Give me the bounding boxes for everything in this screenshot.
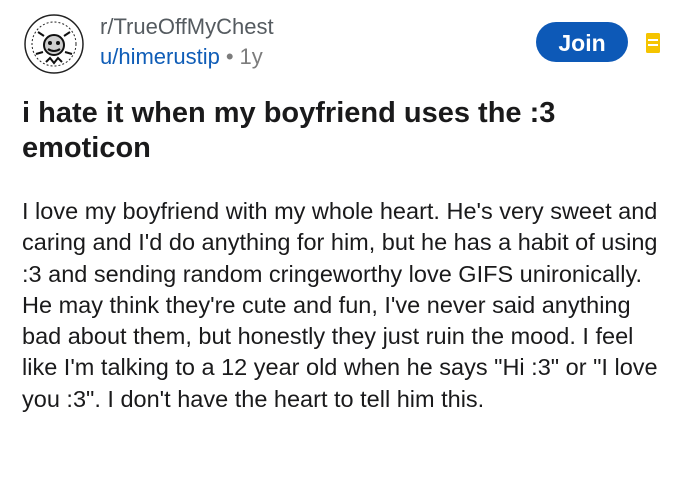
post-age: 1y	[239, 44, 263, 69]
meta-separator: •	[225, 44, 234, 69]
post-meta: u/himerustip • 1y	[100, 44, 263, 70]
join-button[interactable]: Join	[536, 22, 628, 62]
post-title[interactable]: i hate it when my boyfriend uses the :3 …	[22, 96, 662, 166]
bookmark-icon[interactable]	[645, 32, 661, 59]
subreddit-avatar-icon[interactable]	[24, 14, 84, 74]
author-link[interactable]: u/himerustip	[100, 44, 220, 69]
subreddit-name[interactable]: r/TrueOffMyChest	[100, 14, 274, 40]
post-body: I love my boyfriend with my whole heart.…	[22, 198, 658, 412]
post-header: r/TrueOffMyChest u/himerustip • 1y Join	[20, 12, 660, 76]
